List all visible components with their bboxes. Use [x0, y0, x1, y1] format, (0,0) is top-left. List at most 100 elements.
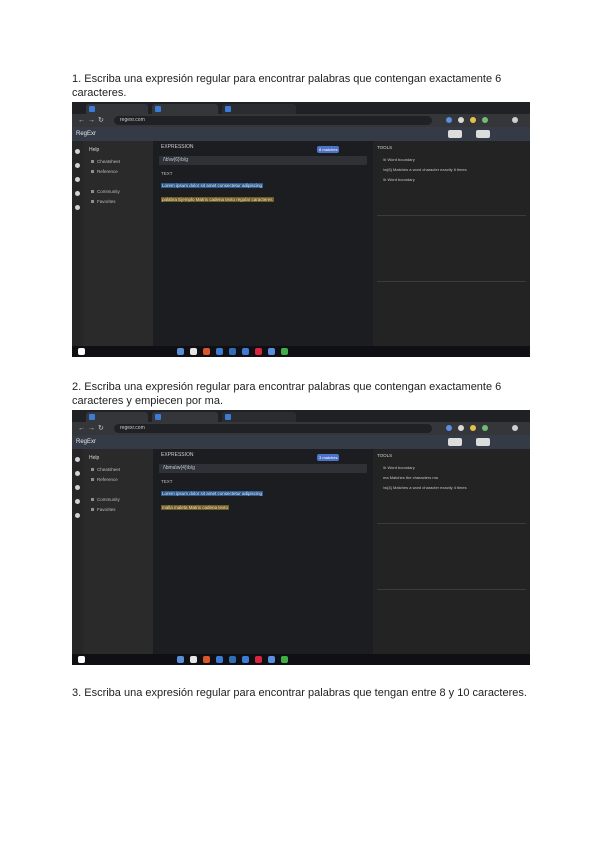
settings-icon[interactable] [75, 205, 80, 210]
tools-label: TOOLS [377, 453, 393, 458]
taskbar-app-icon[interactable] [203, 656, 210, 663]
taskbar-app-icon[interactable] [203, 348, 210, 355]
sidebar-item[interactable]: Cheatsheet [90, 467, 120, 472]
explain-line: \w{6} Matches a word character exactly 6… [383, 167, 467, 172]
expression-input[interactable]: /\b\w{6}\b/g [159, 156, 367, 165]
icon-rail [72, 141, 83, 346]
taskbar-app-icon[interactable] [229, 348, 236, 355]
extension-icon[interactable] [458, 425, 464, 431]
test-text-line[interactable]: Lorem ipsum dolor sit amet consectetur a… [161, 491, 264, 496]
text-label: TEXT [161, 479, 173, 484]
extension-icon[interactable] [470, 425, 476, 431]
browser-address-bar: ← → ↻ regexr.com [72, 422, 530, 435]
explain-line: \w{4} Matches a word character exactly 4… [383, 485, 467, 490]
sidebar-item[interactable]: Help [89, 455, 99, 461]
taskbar-app-icon[interactable] [255, 656, 262, 663]
header-button[interactable] [448, 130, 462, 138]
browser-tab[interactable] [152, 104, 218, 114]
url-input[interactable]: regexr.com [114, 424, 432, 433]
library-icon[interactable] [75, 499, 80, 504]
taskbar-app-icon[interactable] [242, 348, 249, 355]
question-2: 2. Escriba una expresión regular para en… [72, 381, 502, 407]
explain-line: \b Word boundary [383, 465, 415, 470]
forward-icon[interactable]: → [88, 116, 95, 125]
start-icon[interactable] [78, 348, 85, 355]
divider [377, 589, 526, 590]
profile-avatar-icon[interactable] [512, 117, 518, 123]
match-count-badge: 8 matches [317, 146, 340, 153]
sidebar-item[interactable]: Reference [91, 477, 118, 482]
share-icon[interactable] [75, 177, 80, 182]
tab-favicon-icon [89, 414, 95, 420]
taskbar-app-icon[interactable] [190, 656, 197, 663]
browser-tab[interactable] [86, 412, 148, 422]
editor-panel: EXPRESSION /\b\w{6}\b/g 8 matches TEXT L… [153, 141, 373, 346]
tab-favicon-icon [89, 106, 95, 112]
save-icon[interactable] [75, 163, 80, 168]
browser-tab[interactable] [152, 412, 218, 422]
taskbar-app-icon[interactable] [190, 348, 197, 355]
sidebar-item[interactable]: Community [91, 189, 120, 194]
tools-panel: TOOLS \b Word boundary ma Matches the ch… [373, 449, 530, 654]
reload-icon[interactable]: ↻ [98, 116, 104, 125]
save-icon[interactable] [75, 471, 80, 476]
url-input[interactable]: regexr.com [114, 116, 432, 125]
back-icon[interactable]: ← [78, 116, 85, 125]
taskbar-app-icon[interactable] [268, 656, 275, 663]
start-icon[interactable] [78, 656, 85, 663]
divider [377, 523, 526, 524]
extension-icon[interactable] [482, 425, 488, 431]
menu-icon[interactable] [75, 149, 80, 154]
test-text-line[interactable]: Lorem ipsum dolor sit amet consectetur a… [161, 183, 264, 188]
extension-icon[interactable] [446, 117, 452, 123]
browser-tab-active[interactable] [222, 412, 296, 422]
menu-icon[interactable] [75, 457, 80, 462]
test-text: Lorem ipsum dolor sit amet consectetur a… [161, 491, 264, 496]
taskbar-app-icon[interactable] [255, 348, 262, 355]
explain-line: ma Matches the characters ma [383, 475, 438, 480]
taskbar-app-icon[interactable] [242, 656, 249, 663]
share-icon[interactable] [75, 485, 80, 490]
os-taskbar [72, 346, 530, 357]
taskbar-app-icon[interactable] [229, 656, 236, 663]
sidebar-item[interactable]: Favorites [91, 507, 116, 512]
library-icon[interactable] [75, 191, 80, 196]
app-logo: RegExr [76, 131, 97, 137]
sidebar-item[interactable]: Help [89, 147, 99, 153]
taskbar-app-icon[interactable] [281, 656, 288, 663]
taskbar-app-icon[interactable] [177, 348, 184, 355]
taskbar-app-icon[interactable] [216, 656, 223, 663]
taskbar-app-icon[interactable] [268, 348, 275, 355]
extension-icon[interactable] [482, 117, 488, 123]
header-button[interactable] [476, 130, 490, 138]
screenshot-1: ← → ↻ regexr.com RegExr Help Cheatsheet … [72, 102, 530, 357]
sidebar-item[interactable]: Cheatsheet [90, 159, 120, 164]
profile-avatar-icon[interactable] [512, 425, 518, 431]
icon-rail [72, 449, 83, 654]
explain-line: \b Word boundary [383, 157, 415, 162]
sidebar-item[interactable]: Community [91, 497, 120, 502]
taskbar-app-icon[interactable] [216, 348, 223, 355]
test-text-line[interactable]: palabra Ejemplo Matrix cadena texto regu… [161, 197, 274, 202]
settings-icon[interactable] [75, 513, 80, 518]
header-button[interactable] [476, 438, 490, 446]
extension-icon[interactable] [458, 117, 464, 123]
taskbar-app-icon[interactable] [177, 656, 184, 663]
tab-favicon-icon [155, 414, 161, 420]
browser-tab-active[interactable] [222, 104, 296, 114]
expression-label: EXPRESSION [161, 144, 194, 150]
reload-icon[interactable]: ↻ [98, 424, 104, 433]
expression-input[interactable]: /\bma\w{4}\b/g [159, 464, 367, 473]
sidebar-item[interactable]: Favorites [91, 199, 116, 204]
extension-icon[interactable] [446, 425, 452, 431]
header-button[interactable] [448, 438, 462, 446]
sidebar-item[interactable]: Reference [91, 169, 118, 174]
back-icon[interactable]: ← [78, 424, 85, 433]
extension-icon[interactable] [470, 117, 476, 123]
test-text-line[interactable]: malla maleta Matrix cadena texto [161, 505, 230, 510]
taskbar-app-icon[interactable] [281, 348, 288, 355]
app-header: RegExr [72, 435, 530, 449]
forward-icon[interactable]: → [88, 424, 95, 433]
browser-tab[interactable] [86, 104, 148, 114]
browser-tab-bar [72, 102, 530, 114]
